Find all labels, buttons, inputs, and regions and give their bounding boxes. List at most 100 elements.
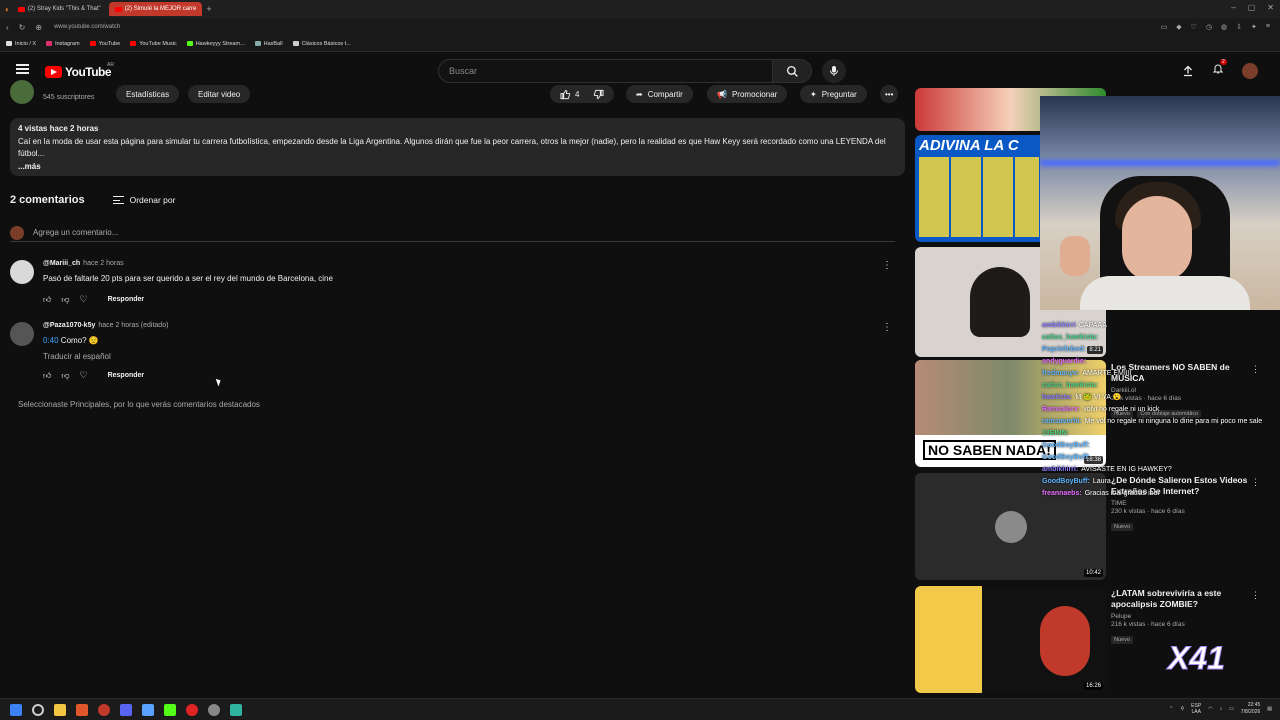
- description-box[interactable]: 4 vistas hace 2 horas Caí en la moda de …: [10, 118, 905, 176]
- notifications-button[interactable]: 2: [1212, 59, 1227, 80]
- streamer-hand: [1060, 236, 1090, 276]
- reload-icon[interactable]: ↻: [19, 23, 26, 32]
- gift-counter: X41: [1168, 640, 1226, 677]
- stats-button[interactable]: Estadísticas: [116, 85, 180, 103]
- ask-button[interactable]: ✦ Preguntar: [800, 85, 867, 103]
- search-input[interactable]: Buscar: [438, 59, 774, 83]
- bookmark-item[interactable]: YouTube Music: [130, 41, 177, 47]
- channel-avatar[interactable]: [10, 80, 34, 104]
- wifi-icon[interactable]: ◠: [1208, 706, 1212, 712]
- minimize-icon[interactable]: –: [1231, 3, 1235, 12]
- commenter-avatar[interactable]: [10, 322, 34, 346]
- location-icon[interactable]: ⚲: [1181, 706, 1185, 712]
- bookmark-item[interactable]: Instagram: [46, 41, 80, 47]
- browser-menu-icon[interactable]: ◐: [5, 5, 10, 14]
- chat-username: 13EINN:: [1042, 430, 1069, 437]
- heart-icon[interactable]: ♡: [80, 370, 88, 381]
- browser-tab-1[interactable]: (2) Stray Kids "This & That": [12, 2, 107, 16]
- rec-menu-icon[interactable]: ⋮: [1251, 590, 1260, 601]
- thumbs-down-icon[interactable]: [593, 89, 604, 100]
- battery-icon[interactable]: ▭: [1229, 706, 1234, 712]
- video-duration: 16:26: [1083, 682, 1103, 690]
- speaker-icon[interactable]: ♪: [1220, 706, 1223, 712]
- heart-icon[interactable]: ♡: [1191, 23, 1197, 31]
- lock-icon[interactable]: ⊕: [35, 23, 42, 32]
- comment-author[interactable]: @Paza1070-k5y hace 2 horas (editado): [43, 322, 168, 329]
- add-comment-row[interactable]: Agrega un comentario...: [10, 224, 895, 242]
- reply-button[interactable]: Responder: [108, 296, 145, 303]
- reply-button[interactable]: Responder: [108, 372, 145, 379]
- thumbs-down-icon[interactable]: 👎︎: [61, 295, 69, 305]
- thumbs-up-icon[interactable]: 👍︎: [43, 371, 51, 381]
- more-actions-button[interactable]: •••: [880, 85, 899, 103]
- like-button[interactable]: 4: [560, 89, 579, 100]
- promote-button[interactable]: 📢 Promocionar: [707, 85, 788, 103]
- translate-link[interactable]: Traducir al español: [43, 352, 111, 361]
- opera-icon[interactable]: [98, 703, 110, 716]
- back-icon[interactable]: ‹: [6, 23, 9, 32]
- extensions-icon[interactable]: ✦: [1251, 23, 1257, 31]
- search-icon[interactable]: [32, 703, 44, 716]
- description-more-link[interactable]: ...más: [18, 161, 897, 174]
- account-avatar[interactable]: [1242, 63, 1258, 79]
- obs-icon[interactable]: [208, 703, 220, 716]
- rec-channel[interactable]: Pelupe: [1111, 613, 1261, 620]
- chat-icon[interactable]: ◍: [1221, 23, 1227, 31]
- bookmark-label: YouTube Music: [139, 40, 177, 47]
- thumbs-down-icon[interactable]: 👎︎: [61, 371, 69, 381]
- search-button[interactable]: [772, 59, 812, 83]
- app-icon[interactable]: [142, 703, 154, 716]
- commenter-avatar[interactable]: [10, 260, 34, 284]
- notification-center-icon[interactable]: ▤: [1267, 706, 1272, 712]
- new-tab-icon[interactable]: +: [206, 4, 211, 14]
- notepad-icon[interactable]: [230, 703, 242, 716]
- add-comment-input[interactable]: Agrega un comentario...: [33, 228, 118, 237]
- main-content: 545 suscriptores Estadísticas Editar vid…: [0, 80, 910, 698]
- close-icon[interactable]: ✕: [1267, 3, 1274, 12]
- share-button[interactable]: ➦ Compartir: [626, 85, 693, 103]
- youtube-music-icon[interactable]: [186, 703, 198, 716]
- url-field[interactable]: www.youtube.com/watch: [54, 24, 120, 30]
- comment-menu-icon[interactable]: ⋮: [882, 260, 892, 271]
- brave-browser-icon[interactable]: [76, 703, 88, 716]
- kick-icon[interactable]: [164, 703, 176, 716]
- chevron-up-icon[interactable]: ⌃: [1169, 706, 1173, 712]
- rec-info[interactable]: ¿LATAM sobreviviría a este apocalipsis Z…: [1111, 588, 1261, 646]
- tab-label: (2) Simulé la MEJOR carre: [124, 6, 197, 12]
- clock[interactable]: 22:45 7/8/2026: [1241, 702, 1260, 716]
- file-explorer-icon[interactable]: [54, 703, 66, 716]
- rec-channel[interactable]: TIME: [1111, 500, 1261, 507]
- bookmark-item[interactable]: YouTube: [89, 41, 120, 47]
- bookmark-icon[interactable]: ▭: [1161, 23, 1168, 31]
- comment-author[interactable]: @Mariii_ch hace 2 horas: [43, 260, 124, 267]
- bookmark-item[interactable]: Clásicos Básicos t...: [292, 41, 351, 47]
- upload-icon[interactable]: [1182, 65, 1194, 77]
- thumbnail-person: [1040, 606, 1090, 676]
- comment-menu-icon[interactable]: ⋮: [882, 322, 892, 333]
- language-indicator[interactable]: ESP LAA: [1191, 703, 1201, 715]
- comment-timestamp-link[interactable]: 0:40: [43, 336, 59, 345]
- bookmark-item[interactable]: Hawkeyyy Stream...: [186, 41, 245, 47]
- youtube-logo[interactable]: YouTube AR: [45, 62, 114, 79]
- sort-button[interactable]: Ordenar por: [112, 195, 175, 205]
- bookmark-item[interactable]: HaxBall: [254, 41, 283, 47]
- comment-time: hace 2 horas: [83, 260, 124, 267]
- menu-icon[interactable]: ≡: [1266, 23, 1270, 31]
- discord-icon[interactable]: [120, 703, 132, 716]
- shield-icon[interactable]: ◆: [1176, 23, 1181, 31]
- browser-tab-2[interactable]: (2) Simulé la MEJOR carre: [108, 2, 203, 16]
- download-icon[interactable]: ⇩: [1236, 23, 1242, 31]
- heart-icon[interactable]: ♡: [80, 294, 88, 305]
- comment-text: Pasó de faltarle 20 pts para ser querido…: [43, 274, 333, 283]
- history-icon[interactable]: ◷: [1206, 23, 1212, 31]
- edit-video-button[interactable]: Editar video: [188, 85, 251, 103]
- hamburger-menu-icon[interactable]: [16, 64, 29, 74]
- maximize-icon[interactable]: ▢: [1248, 3, 1256, 12]
- voice-search-button[interactable]: [822, 59, 846, 83]
- rec-thumbnail[interactable]: 16:26: [915, 586, 1106, 693]
- windows-start-icon[interactable]: [10, 703, 22, 716]
- chat-message: catius_hawkista:: [1042, 332, 1272, 344]
- bookmark-item[interactable]: Inicio / X: [6, 41, 36, 47]
- thumbs-up-icon[interactable]: 👍︎: [43, 295, 51, 305]
- rec-title[interactable]: ¿LATAM sobreviviría a este apocalipsis Z…: [1111, 588, 1261, 610]
